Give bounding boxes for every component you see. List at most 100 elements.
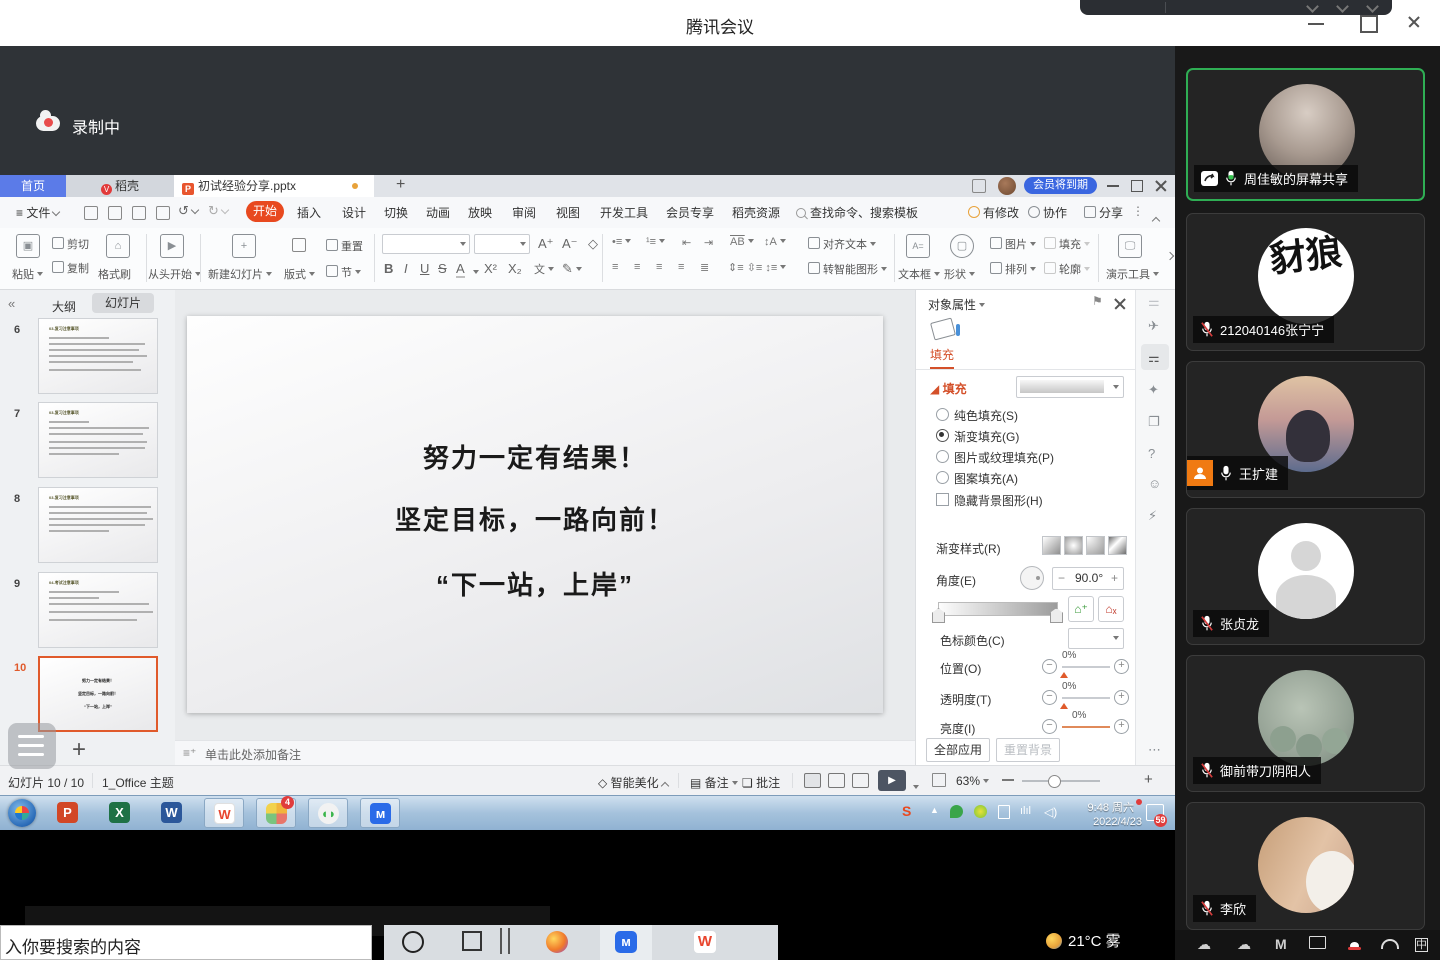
- tab-transition[interactable]: 切换: [384, 204, 408, 221]
- share-button[interactable]: 分享: [1084, 204, 1123, 221]
- text-direction-button[interactable]: AB: [730, 236, 754, 248]
- modified-status[interactable]: 有修改: [968, 204, 1019, 221]
- power-plug-icon[interactable]: [1309, 936, 1326, 952]
- font-color-button[interactable]: A: [456, 261, 465, 278]
- notes-placeholder[interactable]: 单击此处添加备注: [205, 746, 301, 763]
- paste-icon[interactable]: ▣: [16, 234, 40, 258]
- ribbon-scroll-right[interactable]: [1164, 248, 1173, 266]
- print-preview-icon[interactable]: [156, 206, 170, 220]
- picture-fill-label[interactable]: 图片或纹理填充(P): [954, 449, 1054, 466]
- taskbar-excel[interactable]: X: [100, 798, 140, 828]
- save-icon[interactable]: [84, 206, 98, 220]
- slide-canvas[interactable]: 努力一定有结果！ 坚定目标，一路向前！ “下一站，上岸”: [175, 290, 915, 740]
- rocket-icon[interactable]: ✈: [1148, 318, 1159, 334]
- clear-format-icon[interactable]: ◇: [588, 236, 598, 252]
- format-painter-icon[interactable]: ⌂: [106, 234, 130, 258]
- tab-review[interactable]: 审阅: [512, 204, 536, 221]
- layout-button[interactable]: 版式: [284, 266, 315, 282]
- more-tools-icon[interactable]: ⋯: [1148, 742, 1161, 758]
- numbering-button[interactable]: ¹≡: [646, 236, 665, 248]
- highlight-button[interactable]: ✎: [562, 261, 582, 277]
- export-icon[interactable]: [108, 206, 122, 220]
- taskbar-powerpoint[interactable]: P: [48, 798, 88, 828]
- align-center-icon[interactable]: ≡: [634, 261, 640, 273]
- taskbar-wps-active[interactable]: W: [204, 798, 244, 828]
- meeting-floating-toolbar[interactable]: [1080, 0, 1392, 15]
- align-left-icon[interactable]: ≡: [612, 261, 620, 273]
- tab-home[interactable]: 首页: [0, 175, 66, 197]
- tab-animation[interactable]: 动画: [426, 204, 450, 221]
- current-slide[interactable]: 努力一定有结果！ 坚定目标，一路向前！ “下一站，上岸”: [187, 316, 883, 713]
- tab-document[interactable]: P初试经验分享.pptx: [174, 175, 374, 197]
- subscript-button[interactable]: X₂: [508, 261, 522, 276]
- sticker-icon[interactable]: ☺: [1148, 476, 1161, 491]
- copy-button[interactable]: 复制: [52, 260, 89, 276]
- transparency-slider[interactable]: [1060, 699, 1068, 709]
- reset-background-button[interactable]: 重置背景: [996, 738, 1060, 762]
- gradient-style-rect[interactable]: [1086, 536, 1105, 555]
- participant-tile[interactable]: 豺狼 212040146张宁宁: [1186, 213, 1425, 351]
- reset-button[interactable]: 重置: [326, 238, 363, 254]
- print-icon[interactable]: [132, 206, 146, 220]
- solid-fill-label[interactable]: 纯色填充(S): [954, 407, 1018, 424]
- zoom-out-button[interactable]: [1002, 779, 1014, 781]
- slide-sorter-icon[interactable]: [828, 773, 845, 788]
- zoom-slider-track[interactable]: [1022, 780, 1100, 782]
- wps-account-avatar[interactable]: [998, 177, 1016, 195]
- angle-dial[interactable]: [1020, 566, 1044, 590]
- shapes-button[interactable]: 形状: [944, 266, 975, 282]
- weather-widget[interactable]: 21°C 雾: [1046, 930, 1121, 951]
- shapes-icon[interactable]: ▢: [950, 234, 974, 258]
- radio-picture-fill[interactable]: [936, 450, 949, 463]
- tray-signal-icon[interactable]: ılıl: [1020, 805, 1031, 817]
- new-tab-button[interactable]: +: [396, 176, 405, 194]
- tab-slides[interactable]: 幻灯片: [92, 293, 154, 313]
- maximize-button[interactable]: [1352, 12, 1382, 34]
- italic-button[interactable]: I: [404, 261, 408, 276]
- participant-tile[interactable]: 王扩建: [1186, 361, 1425, 498]
- gradient-style-radial[interactable]: [1064, 536, 1083, 555]
- slide-list-floating-button[interactable]: [8, 723, 56, 769]
- object-properties-icon[interactable]: ⚎: [1148, 350, 1160, 366]
- tab-view[interactable]: 视图: [556, 204, 580, 221]
- phonetic-guide-button[interactable]: 文: [534, 261, 554, 277]
- tab-design[interactable]: 设计: [342, 204, 366, 221]
- mail-icon[interactable]: M: [1275, 936, 1287, 952]
- bullets-button[interactable]: •≡: [612, 236, 631, 248]
- gradient-fill-label[interactable]: 渐变填充(G): [954, 428, 1019, 445]
- taskbar-tencent-meeting[interactable]: ᴍ: [360, 798, 400, 828]
- member-expiry-pill[interactable]: 会员将到期: [1024, 177, 1097, 194]
- tab-insert[interactable]: 插入: [297, 204, 321, 221]
- strikethrough-button[interactable]: S: [438, 261, 447, 276]
- hide-background-label[interactable]: 隐藏背景图形(H): [954, 492, 1043, 509]
- selection-pane-icon[interactable]: ❐: [1148, 414, 1160, 430]
- radio-gradient-fill[interactable]: [936, 429, 949, 442]
- tab-outline[interactable]: 大纲: [52, 298, 76, 315]
- collapse-panel-button[interactable]: «: [8, 296, 15, 311]
- textbox-button[interactable]: 文本框: [898, 266, 940, 282]
- angle-plus[interactable]: +: [1111, 571, 1118, 585]
- smart-graphic-button[interactable]: 转智能图形: [808, 261, 887, 277]
- start-button[interactable]: [8, 799, 36, 827]
- pattern-fill-label[interactable]: 图案填充(A): [954, 470, 1018, 487]
- tray-clipboard-icon[interactable]: [998, 805, 1010, 822]
- gradient-style-path[interactable]: [1108, 536, 1127, 555]
- notes-bar[interactable]: ≡⁺ 单击此处添加备注: [175, 740, 915, 765]
- position-plus[interactable]: +: [1114, 659, 1129, 674]
- panel-tab-fill[interactable]: 填充: [930, 346, 954, 369]
- underline-button[interactable]: U: [420, 261, 429, 276]
- help-icon[interactable]: ?: [1148, 446, 1155, 461]
- slide-thumbnail-6[interactable]: 03-复习注意事项: [38, 318, 158, 394]
- stop-color-select[interactable]: [1068, 628, 1124, 649]
- search-icon[interactable]: [402, 931, 424, 953]
- redo-icon[interactable]: ↻: [208, 203, 228, 219]
- task-view-icon[interactable]: [462, 931, 482, 951]
- zoom-percent[interactable]: 63%: [956, 774, 989, 788]
- effects-icon[interactable]: ✦: [1148, 382, 1159, 398]
- presentation-tools-button[interactable]: 演示工具: [1106, 266, 1159, 282]
- tray-clock[interactable]: 9:48 周六 2022/4/23: [1056, 799, 1142, 829]
- tab-member[interactable]: 会员专享: [666, 204, 714, 221]
- tray-sogou-icon[interactable]: S: [902, 803, 911, 819]
- bold-button[interactable]: B: [384, 261, 393, 276]
- font-size-select[interactable]: [474, 234, 530, 254]
